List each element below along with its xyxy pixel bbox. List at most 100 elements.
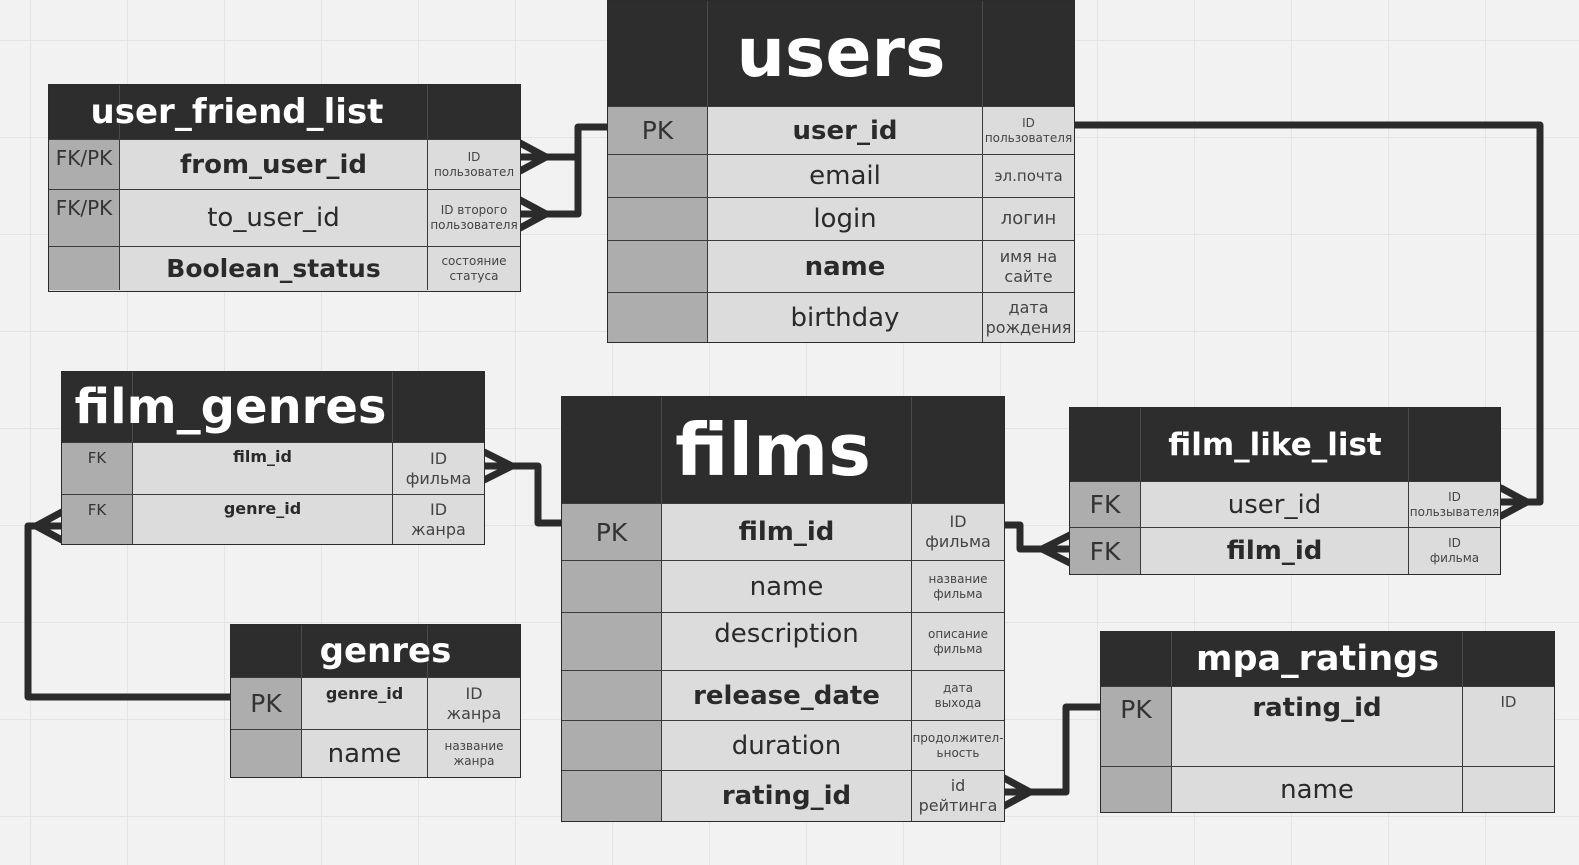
table-row[interactable]: release_date дата выхода	[562, 670, 1004, 720]
key-label	[562, 671, 662, 720]
column-description: название жанра	[444, 738, 504, 768]
table-mpa-ratings[interactable]: mpa_ratings PK rating_id ID name	[1100, 631, 1555, 813]
table-row[interactable]: login логин	[608, 197, 1074, 240]
column-description: логин	[1000, 207, 1057, 229]
table-row[interactable]: name имя на сайте	[608, 240, 1074, 292]
column-name: rating_id	[662, 771, 912, 821]
column-description: ID фильма	[405, 448, 472, 488]
key-label	[562, 613, 662, 670]
table-row[interactable]: FK genre_id ID жанра	[62, 494, 484, 544]
column-name: login	[708, 198, 983, 240]
table-users[interactable]: users PK user_id ID пользователя email э…	[607, 0, 1075, 343]
table-row[interactable]: FK/PK from_user_id ID пользовател	[49, 139, 520, 189]
table-row[interactable]: FK user_id ID пользывателя	[1070, 481, 1500, 527]
table-row[interactable]: FK film_id ID фильма	[1070, 527, 1500, 574]
column-description: дата выхода	[934, 680, 982, 710]
column-name: film_id	[662, 504, 912, 560]
column-description: имя на сайте	[999, 246, 1058, 286]
table-row[interactable]: name название жанра	[231, 729, 520, 777]
key-label	[562, 721, 662, 770]
table-user-friend-list[interactable]: user_friend_list FK/PK from_user_id ID п…	[48, 84, 521, 292]
key-label: FK/PK	[49, 190, 120, 246]
table-row[interactable]: email эл.почта	[608, 154, 1074, 197]
connector-mpa-films	[1000, 703, 1105, 796]
column-description: ID жанра	[446, 683, 502, 723]
table-title: genres	[319, 631, 452, 671]
table-row[interactable]: duration продолжител-ьность	[562, 720, 1004, 770]
table-row[interactable]: name	[1101, 766, 1554, 812]
column-description: ID пользователя	[984, 115, 1073, 145]
table-genres[interactable]: genres PK genre_id ID жанра name названи…	[230, 624, 521, 778]
key-label: FK	[62, 495, 133, 544]
column-description: id рейтинга	[918, 776, 998, 815]
column-description: ID второго пользователя	[430, 203, 518, 232]
column-name: user_id	[1141, 482, 1409, 527]
table-row[interactable]: PK genre_id ID жанра	[231, 677, 520, 729]
column-name: birthday	[708, 293, 983, 342]
table-title: film_genres	[74, 379, 387, 435]
table-row[interactable]: FK film_id ID фильма	[62, 442, 484, 494]
table-row[interactable]: rating_id id рейтинга	[562, 770, 1004, 821]
column-description: описание фильма	[928, 626, 988, 656]
column-name: name	[1172, 767, 1463, 812]
table-film-genres[interactable]: film_genres FK film_id ID фильма FK genr…	[61, 371, 485, 545]
key-label	[1101, 767, 1172, 812]
column-description: дата рождения	[985, 297, 1072, 337]
table-row[interactable]: Boolean_status состояние статуса	[49, 246, 520, 290]
column-name: genre_id	[302, 678, 428, 729]
key-label	[231, 730, 302, 777]
connector-users-friend-list	[516, 123, 612, 218]
table-title: users	[736, 14, 946, 93]
column-name: film_id	[1141, 528, 1409, 574]
column-description: ID пользовател	[433, 149, 515, 179]
key-label	[608, 198, 708, 240]
column-description: продолжител-ьность	[912, 730, 1004, 760]
key-label: PK	[231, 678, 302, 729]
key-label	[608, 155, 708, 197]
column-description: ID	[1500, 693, 1517, 711]
column-description: ID фильма	[1429, 536, 1480, 565]
key-label: PK	[1101, 687, 1172, 766]
key-label	[608, 241, 708, 292]
key-label	[608, 293, 708, 342]
column-name: film_id	[133, 443, 393, 494]
key-label: FK	[1070, 482, 1141, 527]
table-row[interactable]: name название фильма	[562, 560, 1004, 612]
column-description	[1463, 767, 1554, 812]
column-description: название фильма	[928, 571, 988, 601]
table-film-like-list[interactable]: film_like_list FK user_id ID пользывател…	[1069, 407, 1501, 575]
column-name: to_user_id	[120, 190, 428, 246]
key-label	[562, 771, 662, 821]
column-name: email	[708, 155, 983, 197]
column-name: description	[662, 613, 912, 670]
column-name: name	[662, 561, 912, 612]
table-title: mpa_ratings	[1195, 639, 1440, 679]
key-label	[562, 561, 662, 612]
column-name: Boolean_status	[120, 247, 428, 290]
column-description: ID фильма	[925, 512, 991, 551]
table-films[interactable]: films PK film_id ID фильма name название…	[561, 396, 1005, 822]
column-description: ID пользывателя	[1409, 489, 1500, 519]
column-name: user_id	[708, 107, 983, 154]
column-description: состояние статуса	[441, 253, 507, 283]
column-name: from_user_id	[120, 140, 428, 189]
table-title: films	[675, 408, 871, 492]
table-row[interactable]: birthday дата рождения	[608, 292, 1074, 342]
key-label: FK	[62, 443, 133, 494]
key-label: FK	[1070, 528, 1141, 574]
column-name: name	[708, 241, 983, 292]
table-row[interactable]: FK/PK to_user_id ID второго пользователя	[49, 189, 520, 246]
table-row[interactable]: PK user_id ID пользователя	[608, 106, 1074, 154]
table-row[interactable]: PK rating_id ID	[1101, 686, 1554, 766]
table-row[interactable]: PK film_id ID фильма	[562, 503, 1004, 560]
column-name: rating_id	[1172, 687, 1463, 766]
table-row[interactable]: description описание фильма	[562, 612, 1004, 670]
column-name: genre_id	[133, 495, 393, 544]
column-description: эл.почта	[994, 166, 1063, 185]
table-title: user_friend_list	[90, 92, 384, 132]
table-title: film_like_list	[1168, 426, 1382, 463]
key-label: PK	[608, 107, 708, 154]
key-label: FK/PK	[49, 140, 120, 189]
key-label: PK	[562, 504, 662, 560]
column-name: duration	[662, 721, 912, 770]
